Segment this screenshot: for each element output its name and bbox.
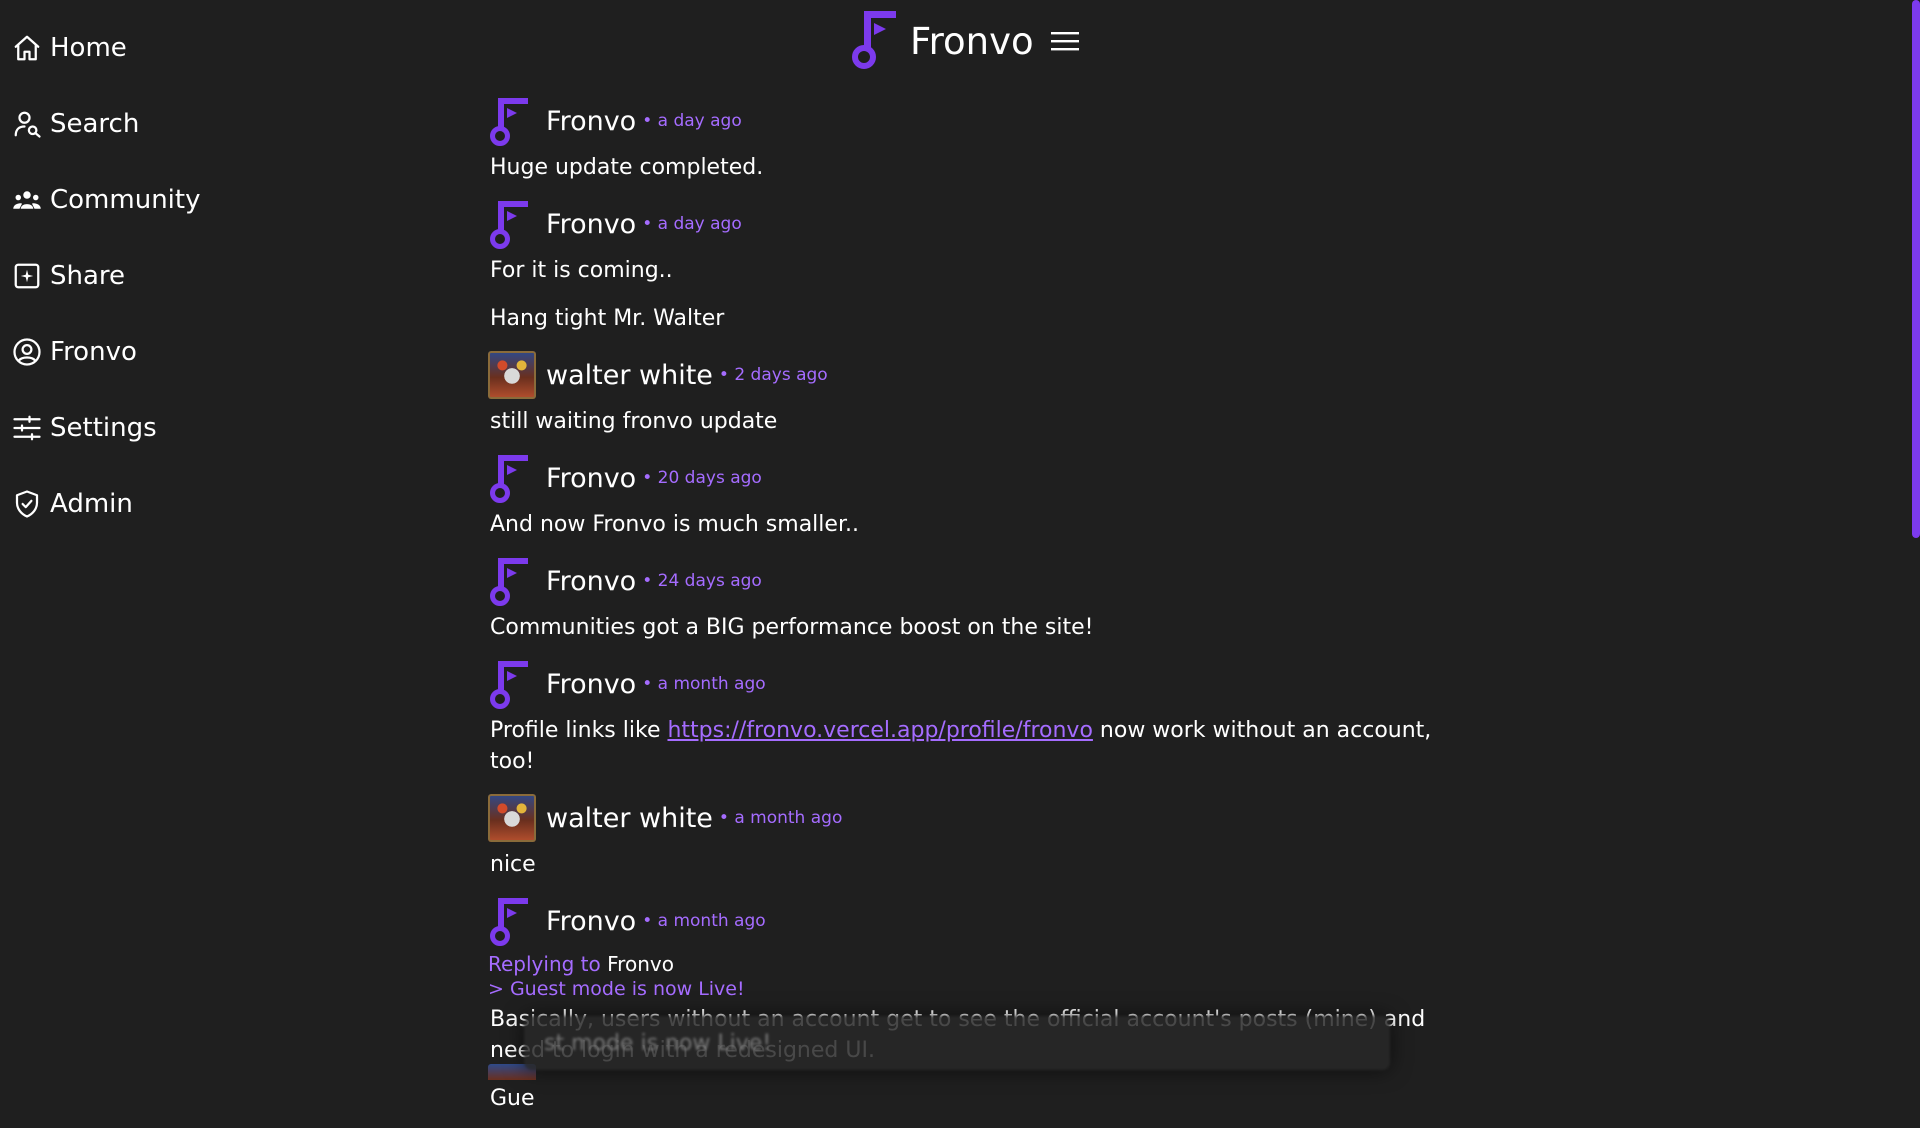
post-time: • 2 days ago [718,365,828,385]
fronvo-avatar-icon[interactable] [488,453,538,503]
post-time: • 20 days ago [642,468,762,488]
brand-title: Fronvo [910,19,1034,63]
post-body: Huge update completed. [490,152,1448,183]
toast-text: st mode is now Live! [544,1030,772,1056]
post-time: • a day ago [642,214,742,234]
post-paragraph: Communities got a BIG performance boost … [490,615,1094,640]
post-paragraph: still waiting fronvo update [490,409,778,434]
sidebar-item-community[interactable]: Community [12,178,200,222]
post-body: And now Fronvo is much smaller.. [490,509,1448,540]
post-paragraph: Hang tight Mr. Walter [490,306,725,331]
sidebar-item-settings[interactable]: Settings [12,406,157,450]
post-author[interactable]: Fronvo [546,209,636,240]
walter-white-avatar[interactable] [488,794,536,842]
post-body: Communities got a BIG performance boost … [490,612,1448,643]
square-plus-icon [14,263,40,289]
post-author[interactable]: Fronvo [546,566,636,597]
quoted-post[interactable]: > Guest mode is now Live! [488,978,1448,1000]
post-paragraph: For it is coming.. [490,258,673,283]
walter-white-avatar[interactable] [488,351,536,399]
post-author[interactable]: walter white [546,360,713,391]
users-icon [13,191,41,209]
reply-target-name[interactable]: Fronvo [607,952,674,976]
fronvo-logo-icon [850,9,900,73]
post-body: nice [490,849,1448,880]
post-paragraph: nice [490,852,536,877]
sidebar-item-label: Admin [50,489,133,519]
post-paragraph: Profile links like https://fronvo.vercel… [490,715,1448,777]
post-body: Profile links like https://fronvo.vercel… [490,715,1448,777]
post[interactable]: Fronvo • a day ago For it is coming.. Ha… [488,197,1448,334]
post-author[interactable]: Fronvo [546,106,636,137]
reply-label: Replying to [488,952,601,976]
post-author[interactable]: Fronvo [546,669,636,700]
brand[interactable]: Fronvo [850,6,1082,76]
reply-indicator[interactable]: Replying to Fronvo [488,952,1448,976]
sidebar-item-home[interactable]: Home [12,26,127,70]
post-text: Profile links like [490,718,668,743]
post-feed: Fronvo • a day ago Huge update completed… [488,94,1448,1128]
sidebar-item-label: Search [50,109,140,139]
post-body: still waiting fronvo update [490,406,1448,437]
post[interactable]: walter white • a month ago nice [488,791,1448,880]
post-paragraph: And now Fronvo is much smaller.. [490,512,859,537]
sidebar-item-search[interactable]: Search [12,102,139,146]
profile-link[interactable]: https://fronvo.vercel.app/profile/fronvo [667,718,1092,743]
fronvo-avatar-icon[interactable] [488,659,538,709]
sliders-icon [13,415,41,441]
post[interactable]: Fronvo • 20 days ago And now Fronvo is m… [488,451,1448,540]
sidebar-item-label: Community [50,185,201,215]
shield-check-icon [15,490,39,518]
post[interactable]: walter white • 2 days ago still waiting … [488,348,1448,437]
fronvo-avatar-icon[interactable] [488,556,538,606]
post-time: • a day ago [642,111,742,131]
post[interactable]: Fronvo • a month ago Replying to Fronvo … [488,894,1448,1114]
sidebar-item-label: Home [50,33,127,63]
post-paragraph: Gue [490,1086,535,1111]
post-author[interactable]: Fronvo [546,463,636,494]
sidebar-item-label: Share [50,261,126,291]
post[interactable]: Fronvo • a day ago Huge update completed… [488,94,1448,183]
user-circle-icon [13,338,41,366]
post-author[interactable]: walter white [546,803,713,834]
post-author[interactable]: Fronvo [546,906,636,937]
post-time: • a month ago [718,808,843,828]
post[interactable]: Fronvo • a month ago Profile links like … [488,657,1448,777]
home-icon [14,35,40,61]
post-body: For it is coming.. Hang tight Mr. Walter [490,255,1448,334]
scrollbar-thumb[interactable] [1912,0,1920,538]
toast-notification: st mode is now Live! [524,1016,1390,1070]
sidebar-item-label: Settings [50,413,157,443]
user-search-icon [14,111,41,138]
sidebar-item-admin[interactable]: Admin [12,482,133,526]
sidebar-item-share[interactable]: Share [12,254,125,298]
post-paragraph: Huge update completed. [490,155,764,180]
fronvo-avatar-icon[interactable] [488,896,538,946]
sidebar-item-fronvo[interactable]: Fronvo [12,330,137,374]
fronvo-avatar-icon[interactable] [488,96,538,146]
fronvo-avatar-icon[interactable] [488,199,538,249]
post-time: • 24 days ago [642,571,762,591]
post[interactable]: Fronvo • 24 days ago Communities got a B… [488,554,1448,643]
hamburger-menu-icon[interactable] [1048,24,1082,58]
sidebar-nav: Home Search Community Share Fronvo Setti… [0,0,360,1080]
post-time: • a month ago [642,674,766,694]
sidebar-item-label: Fronvo [50,337,137,367]
post-time: • a month ago [642,911,766,931]
